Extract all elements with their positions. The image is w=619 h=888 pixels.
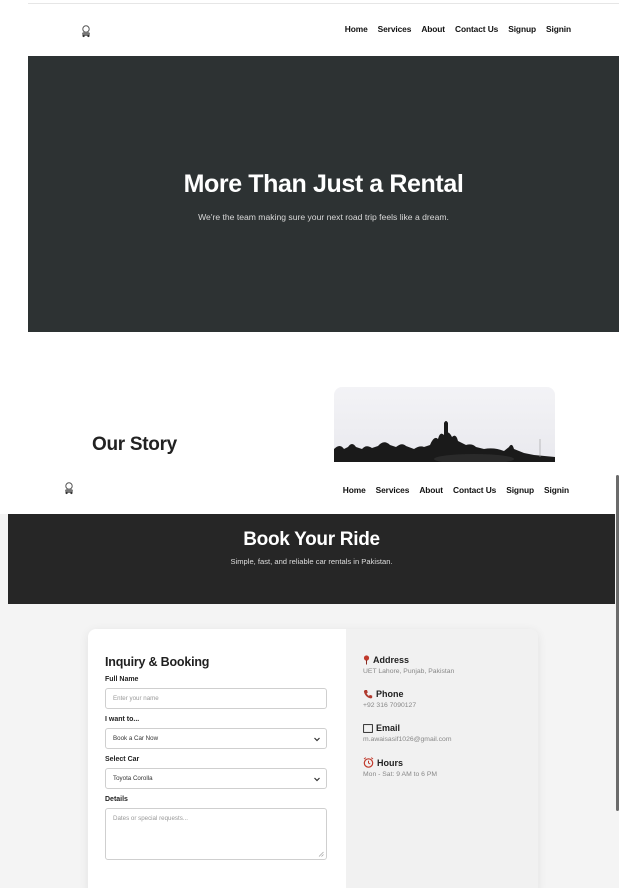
address-block: Address UET Lahore, Punjab, Pakistan (363, 655, 538, 675)
site-logo-icon[interactable] (62, 481, 76, 495)
details-placeholder: Dates or special requests... (113, 815, 188, 822)
hours-block: Hours Mon - Sat: 9 AM to 6 PM (363, 757, 538, 778)
nav-about[interactable]: About (421, 24, 445, 34)
address-label: Address (373, 655, 410, 665)
nav-home[interactable]: Home (345, 24, 368, 34)
booking-hero-title: Book Your Ride (243, 529, 380, 550)
email-label: Email (376, 723, 401, 733)
car-selected-value: Toyota Corolla (113, 775, 153, 782)
nav-home[interactable]: Home (343, 485, 366, 495)
story-image (334, 387, 555, 462)
nav-services[interactable]: Services (378, 24, 412, 34)
site-logo-icon[interactable] (79, 24, 93, 38)
booking-hero-subtitle: Simple, fast, and reliable car rentals i… (230, 557, 393, 566)
nav-about[interactable]: About (419, 485, 443, 495)
top-divider (28, 3, 619, 4)
email-value[interactable]: m.awaisasif1026@gmail.com (363, 736, 538, 743)
hero-title: More Than Just a Rental (183, 170, 464, 198)
contact-info: Address UET Lahore, Punjab, Pakistan Pho… (346, 629, 538, 888)
hours-value: Mon - Sat: 9 AM to 6 PM (363, 771, 438, 778)
address-value: UET Lahore, Punjab, Pakistan (363, 668, 455, 675)
tree-silhouette-image (334, 421, 555, 462)
booking-hero: Book Your Ride Simple, fast, and reliabl… (8, 514, 615, 604)
nav-signin[interactable]: Signin (546, 24, 571, 34)
chevron-down-icon (314, 737, 320, 742)
booking-form: Inquiry & Booking Full Name Enter your n… (88, 629, 346, 888)
about-page-screenshot: Home Services About Contact Us Signup Si… (0, 0, 619, 462)
booking-page-screenshot: Home Services About Contact Us Signup Si… (0, 463, 619, 888)
email-block: Email m.awaisasif1026@gmail.com (363, 723, 538, 743)
full-name-label: Full Name (105, 676, 139, 683)
intent-select[interactable]: Book a Car Now (105, 728, 327, 749)
nav-services[interactable]: Services (376, 485, 410, 495)
nav-signin[interactable]: Signin (544, 485, 569, 495)
story-title: Our Story (92, 434, 177, 455)
chevron-down-icon (314, 777, 320, 782)
booking-navbar: Home Services About Contact Us Signup Si… (0, 463, 619, 514)
booking-card: Inquiry & Booking Full Name Enter your n… (88, 629, 538, 888)
phone-label: Phone (376, 689, 404, 699)
car-select[interactable]: Toyota Corolla (105, 768, 327, 789)
nav-signup[interactable]: Signup (508, 24, 536, 34)
phone-icon (363, 690, 373, 699)
page: Home Services About Contact Us Signup Si… (0, 0, 619, 888)
about-hero: More Than Just a Rental We're the team m… (28, 56, 619, 332)
phone-block: Phone +92 316 7090127 (363, 689, 538, 709)
main-nav: Home Services About Contact Us Signup Si… (335, 24, 571, 34)
main-nav: Home Services About Contact Us Signup Si… (333, 485, 569, 495)
nav-contact[interactable]: Contact Us (455, 24, 498, 34)
pin-icon (363, 655, 370, 665)
hours-label: Hours (377, 757, 404, 768)
full-name-input[interactable]: Enter your name (105, 688, 327, 709)
nav-signup[interactable]: Signup (506, 485, 534, 495)
details-textarea[interactable]: Dates or special requests... (105, 808, 327, 860)
form-title: Inquiry & Booking (105, 655, 210, 669)
hero-subtitle: We're the team making sure your next roa… (198, 212, 449, 222)
resize-handle-icon[interactable] (318, 851, 324, 857)
nav-contact[interactable]: Contact Us (453, 485, 496, 495)
clock-icon (363, 757, 374, 768)
details-label: Details (105, 796, 128, 803)
full-name-placeholder: Enter your name (113, 695, 159, 702)
car-label: Select Car (105, 756, 140, 763)
intent-selected-value: Book a Car Now (113, 735, 159, 742)
phone-value[interactable]: +92 316 7090127 (363, 702, 538, 709)
email-icon (363, 723, 373, 733)
intent-label: I want to... (105, 716, 140, 723)
